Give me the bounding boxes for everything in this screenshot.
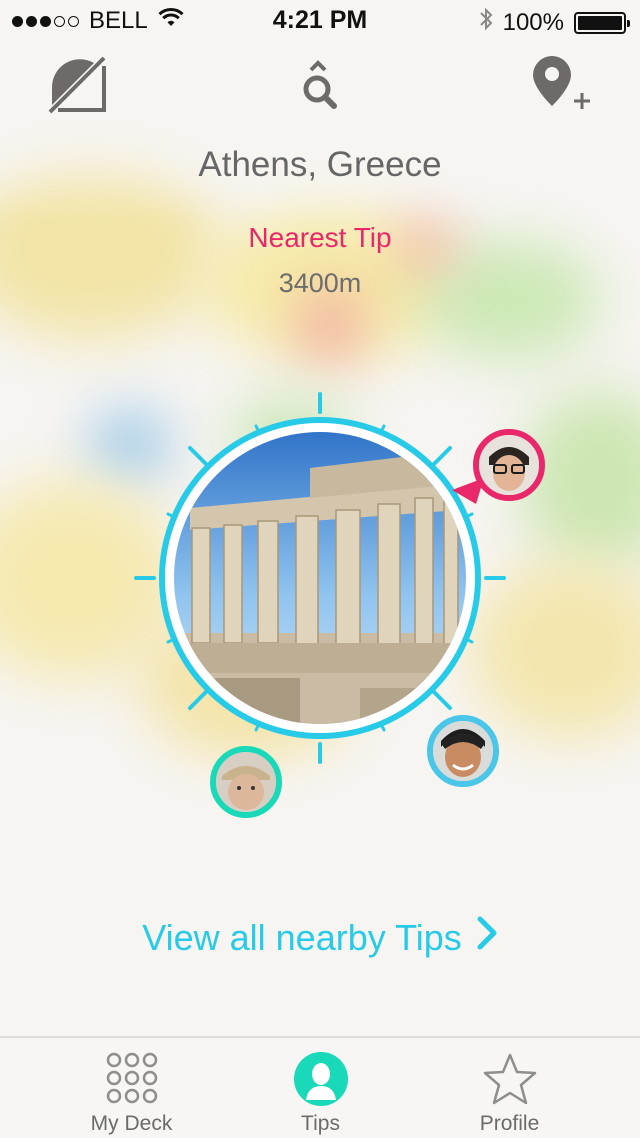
view-all-tips-link[interactable]: View all nearby Tips bbox=[0, 915, 640, 960]
search-icon bbox=[300, 59, 340, 117]
bluetooth-icon bbox=[479, 7, 493, 38]
grid-dots-icon bbox=[106, 1052, 158, 1109]
tab-label-my-deck: My Deck bbox=[90, 1112, 173, 1135]
add-location-button[interactable] bbox=[530, 54, 594, 123]
chevron-right-icon bbox=[476, 915, 498, 960]
tab-profile[interactable]: Profile bbox=[403, 1038, 616, 1138]
avatar-user-glasses[interactable] bbox=[473, 429, 545, 501]
search-button[interactable] bbox=[288, 56, 352, 120]
status-bar: BELL 4:21 PM 100% bbox=[0, 0, 640, 40]
battery-percent: 100% bbox=[502, 8, 564, 36]
star-icon bbox=[482, 1052, 538, 1111]
tip-radar bbox=[130, 388, 545, 818]
compass-toggle-icon bbox=[44, 54, 108, 123]
tab-label-profile: Profile bbox=[479, 1112, 540, 1135]
tab-my-deck[interactable]: My Deck bbox=[25, 1038, 238, 1138]
avatar-user-cap[interactable] bbox=[210, 746, 282, 818]
avatar-user-smiling[interactable] bbox=[427, 715, 499, 787]
battery-icon bbox=[574, 11, 630, 34]
tab-tips[interactable]: Tips bbox=[214, 1038, 427, 1138]
tab-label-tips: Tips bbox=[301, 1112, 340, 1135]
location-title: Athens, Greece bbox=[198, 145, 442, 184]
view-all-tips-label: View all nearby Tips bbox=[142, 916, 462, 958]
add-location-icon bbox=[530, 54, 594, 123]
radar-ring bbox=[134, 392, 506, 764]
nearest-tip-distance: 3400m bbox=[278, 268, 362, 298]
person-icon bbox=[293, 1052, 348, 1111]
status-right: 100% bbox=[479, 7, 630, 38]
compass-toggle-button[interactable] bbox=[44, 56, 108, 120]
nearest-tip-label: Nearest Tip bbox=[248, 222, 392, 253]
tab-bar: My Deck Tips Profile bbox=[0, 1036, 640, 1138]
